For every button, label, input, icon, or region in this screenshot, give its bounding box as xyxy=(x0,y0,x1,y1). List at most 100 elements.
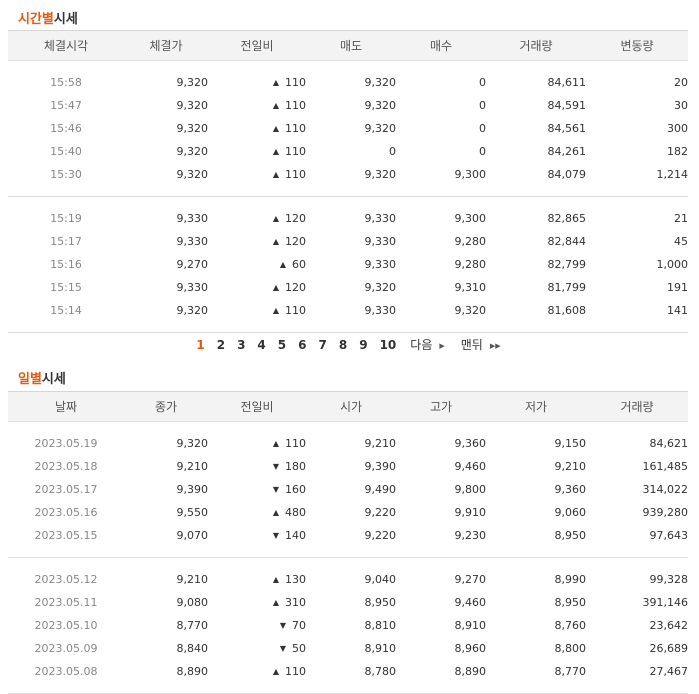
page-link-8[interactable]: 8 xyxy=(339,338,347,352)
last-page-label: 맨뒤 xyxy=(460,338,483,352)
triangle-down-icon: ▼ xyxy=(272,531,279,540)
time-buy-cell: 9,280 xyxy=(454,258,487,271)
time-change-value: 120 xyxy=(285,212,306,225)
page-link-2[interactable]: 2 xyxy=(217,338,225,352)
daily-close-cell: 9,070 xyxy=(176,529,209,542)
page-link-1[interactable]: 1 xyxy=(196,338,204,352)
triangle-up-icon: ▲ xyxy=(279,260,286,269)
triangle-up-icon: ▲ xyxy=(272,306,279,315)
page-link-9[interactable]: 9 xyxy=(359,338,367,352)
time-sell-cell: 9,330 xyxy=(364,258,397,271)
time-sell-cell: 9,320 xyxy=(364,122,397,135)
daily-change-cell: ▼ 160 xyxy=(208,478,306,501)
daily-close-cell: 9,210 xyxy=(176,460,209,473)
daily-table-row: 2023.05.12 9,210 ▲ 130 9,040 9,270 8,990 99,328 xyxy=(8,568,689,591)
time-header-cell: 체결시각 xyxy=(8,30,124,61)
time-change-cell: ▲ 110 xyxy=(208,117,306,140)
time-table-row: 15:14 9,320 ▲ 110 9,330 9,320 81,608 141 xyxy=(8,299,688,322)
daily-low-cell: 9,210 xyxy=(554,460,587,473)
daily-change-value: 160 xyxy=(285,483,306,496)
daily-change-cell: ▼ 50 xyxy=(208,637,306,660)
time-delta-cell: 141 xyxy=(667,304,688,317)
time-price-cell: 9,270 xyxy=(176,258,209,271)
time-volume-cell: 84,611 xyxy=(547,76,587,89)
time-buy-cell: 9,310 xyxy=(454,281,487,294)
time-header-row: 체결시각 체결가 전일비 매도 매수 거래량 변동량 xyxy=(8,30,688,61)
daily-close-cell: 9,080 xyxy=(176,596,209,609)
triangle-up-icon: ▲ xyxy=(272,283,279,292)
time-bottom-line xyxy=(8,332,688,333)
page-link-4[interactable]: 4 xyxy=(257,338,265,352)
daily-table-row: 2023.05.11 9,080 ▲ 310 8,950 9,460 8,950 391,14… xyxy=(8,591,689,614)
time-header-cell: 체결가 xyxy=(124,30,208,61)
time-buy-cell: 0 xyxy=(479,76,486,89)
daily-header-cell: 전일비 xyxy=(208,391,306,422)
time-delta-cell: 20 xyxy=(674,76,688,89)
time-delta-cell: 191 xyxy=(667,281,688,294)
time-change-value: 60 xyxy=(292,258,306,271)
daily-change-value: 70 xyxy=(292,619,306,632)
time-buy-cell: 9,320 xyxy=(454,304,487,317)
page-link-10[interactable]: 10 xyxy=(380,338,397,352)
daily-low-cell: 8,950 xyxy=(554,596,587,609)
next-page-link[interactable]: 다음 ▶ xyxy=(404,336,450,353)
daily-table-row: 2023.05.19 9,320 ▲ 110 9,210 9,360 9,150 84,621 xyxy=(8,432,689,455)
time-time-cell: 15:58 xyxy=(50,76,82,89)
daily-table-row: 2023.05.10 8,770 ▼ 70 8,810 8,910 8,760 23,642 xyxy=(8,614,689,637)
daily-low-cell: 8,770 xyxy=(554,665,587,678)
daily-volume-cell: 161,485 xyxy=(642,460,689,473)
time-table-row: 15:16 9,270 ▲ 60 9,330 9,280 82,799 1,000 xyxy=(8,253,688,276)
daily-volume-cell: 23,642 xyxy=(649,619,689,632)
time-header-cell: 전일비 xyxy=(208,30,306,61)
daily-spacer-cell xyxy=(8,547,688,558)
time-price-cell: 9,320 xyxy=(176,122,209,135)
time-sell-cell: 9,330 xyxy=(364,235,397,248)
time-time-cell: 15:19 xyxy=(50,212,82,225)
triangle-up-icon: ▲ xyxy=(272,598,279,607)
daily-close-cell: 8,890 xyxy=(176,665,209,678)
daily-table-row: 2023.05.18 9,210 ▼ 180 9,390 9,460 9,210 161,48… xyxy=(8,455,689,478)
time-delta-cell: 182 xyxy=(667,145,688,158)
daily-header-cell: 시가 xyxy=(306,391,396,422)
triangle-down-icon: ▼ xyxy=(279,621,286,630)
daily-open-cell: 9,210 xyxy=(364,437,397,450)
daily-volume-cell: 27,467 xyxy=(649,665,689,678)
page-link-7[interactable]: 7 xyxy=(319,338,327,352)
daily-spacer-row xyxy=(8,422,688,433)
time-spacer-row xyxy=(8,61,688,72)
daily-change-value: 310 xyxy=(285,596,306,609)
daily-change-cell: ▼ 180 xyxy=(208,455,306,478)
triangle-up-icon: ▲ xyxy=(272,439,279,448)
page-link-6[interactable]: 6 xyxy=(298,338,306,352)
time-change-cell: ▲ 110 xyxy=(208,71,306,94)
page-link-5[interactable]: 5 xyxy=(278,338,286,352)
daily-high-cell: 8,890 xyxy=(454,665,487,678)
time-sell-cell: 9,320 xyxy=(364,168,397,181)
time-price-table: 체결시각 체결가 전일비 매도 매수 거래량 변동량 15:58 9,320 ▲ 110 9,320… xyxy=(8,30,688,333)
time-delta-cell: 21 xyxy=(674,212,688,225)
time-table-row: 15:30 9,320 ▲ 110 9,320 9,300 84,079 1,214 xyxy=(8,163,688,186)
time-header-cell: 거래량 xyxy=(486,30,586,61)
time-table-row: 15:17 9,330 ▲ 120 9,330 9,280 82,844 45 xyxy=(8,230,688,253)
daily-bottom-cell xyxy=(8,693,688,694)
daily-spacer-cell xyxy=(8,558,688,568)
time-spacer-cell xyxy=(8,186,688,197)
time-sell-cell: 9,330 xyxy=(364,304,397,317)
daily-table-row: 2023.05.16 9,550 ▲ 480 9,220 9,910 9,060 939,28… xyxy=(8,501,689,524)
daily-high-cell: 9,460 xyxy=(454,460,487,473)
page-link-3[interactable]: 3 xyxy=(237,338,245,352)
daily-open-cell: 9,220 xyxy=(364,506,397,519)
daily-high-cell: 9,800 xyxy=(454,483,487,496)
time-change-value: 120 xyxy=(285,235,306,248)
daily-low-cell: 9,060 xyxy=(554,506,587,519)
daily-high-cell: 8,910 xyxy=(454,619,487,632)
time-delta-cell: 1,214 xyxy=(656,168,689,181)
time-spacer-cell xyxy=(8,322,688,332)
time-change-cell: ▲ 110 xyxy=(208,140,306,163)
daily-spacer-cell xyxy=(8,422,688,433)
daily-high-cell: 9,910 xyxy=(454,506,487,519)
time-table-row: 15:58 9,320 ▲ 110 9,320 0 84,611 20 xyxy=(8,71,688,94)
time-volume-cell: 84,079 xyxy=(547,168,587,181)
last-page-link[interactable]: 맨뒤 ▶▶ xyxy=(455,336,507,353)
time-header-cell: 매수 xyxy=(396,30,486,61)
